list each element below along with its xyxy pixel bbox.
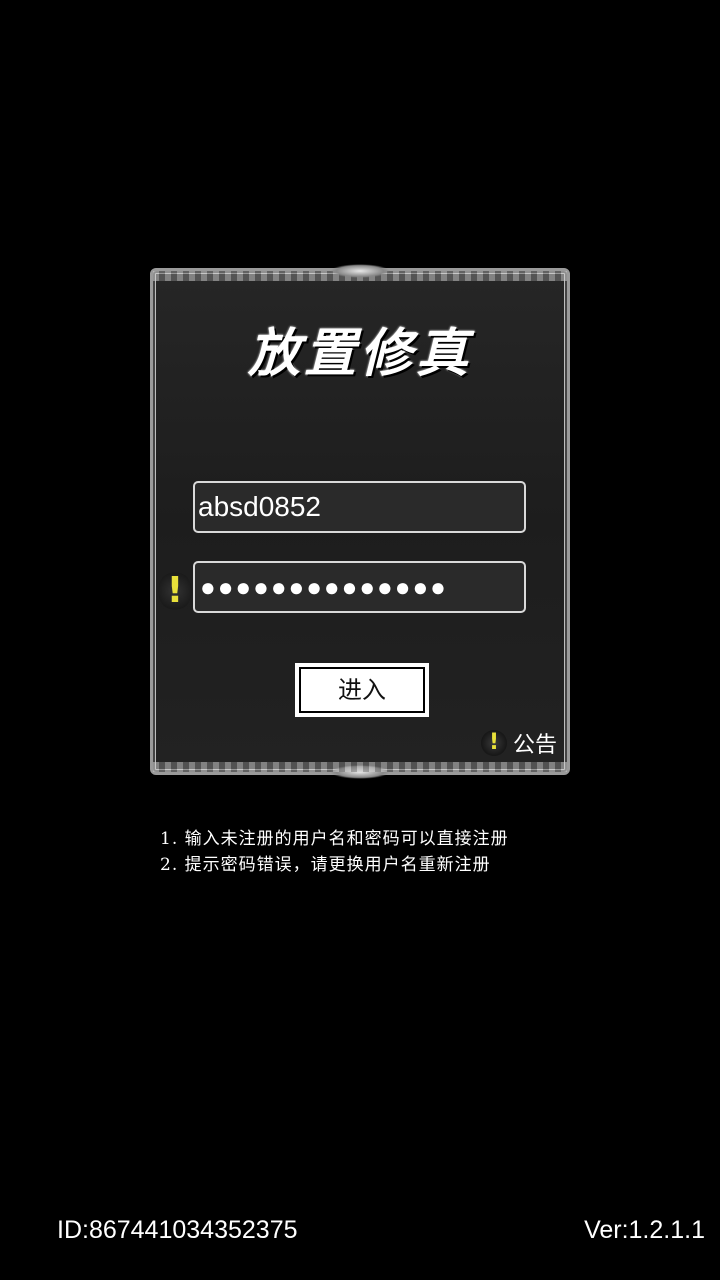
login-screen: 放置修真 absd0852 ! ●●●●●●●●●●●●●● 进入 ! 公告 1…	[0, 0, 720, 1280]
notice-link[interactable]: ! 公告	[480, 728, 557, 758]
login-panel: 放置修真 absd0852 ! ●●●●●●●●●●●●●● 进入 ! 公告	[150, 264, 570, 779]
device-id-label: ID:867441034352375	[57, 1216, 298, 1244]
game-title: 放置修真	[247, 323, 472, 384]
password-warning-icon[interactable]: !	[158, 571, 192, 611]
tip-line: 2. 提示密码错误，请更换用户名重新注册	[160, 855, 491, 875]
frame-ornament-top	[330, 264, 390, 278]
registration-tips: 1. 输入未注册的用户名和密码可以直接注册 2. 提示密码错误，请更换用户名重新…	[160, 826, 509, 878]
enter-button[interactable]: 进入	[295, 663, 429, 717]
tip-line: 1. 输入未注册的用户名和密码可以直接注册	[160, 829, 509, 849]
password-input[interactable]: ●●●●●●●●●●●●●●	[193, 561, 526, 613]
notice-label: 公告	[512, 733, 557, 758]
version-label: Ver:1.2.1.1	[584, 1216, 705, 1244]
username-input[interactable]: absd0852	[193, 481, 526, 533]
frame-ornament-bottom	[330, 765, 390, 779]
notice-warning-icon: !	[480, 730, 507, 756]
